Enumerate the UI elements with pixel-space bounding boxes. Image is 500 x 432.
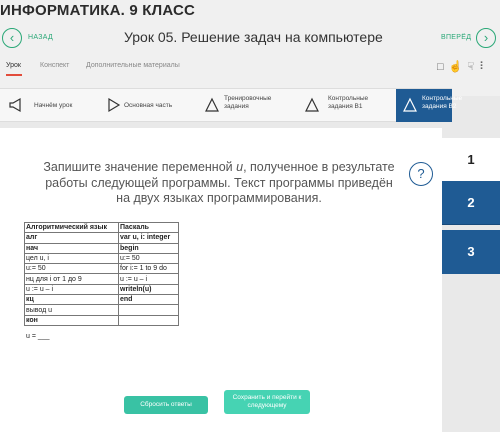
- save-and-next-button[interactable]: Сохранить и перейти к следующему: [224, 390, 310, 414]
- lesson-title: Урок 05. Решение задач на компьютере: [124, 29, 383, 45]
- table-row: u:= 50 for i:= 1 to 9 do: [24, 263, 179, 275]
- course-title: ИНФОРМАТИКА. 9 КЛАСС: [0, 2, 196, 19]
- table-row: вывод u: [24, 304, 179, 316]
- table-cell: u := u – i: [24, 283, 119, 296]
- table-cell: кон: [24, 314, 119, 326]
- table-cell: цел u, i: [24, 252, 119, 265]
- tab-lesson[interactable]: Урок: [6, 62, 21, 69]
- megaphone-icon: [9, 97, 21, 113]
- lesson-page: ИНФОРМАТИКА. 9 КЛАСС ‹ НАЗАД Урок 05. Ре…: [0, 0, 500, 432]
- like-icon[interactable]: ☝: [449, 61, 468, 73]
- help-icon[interactable]: ?: [409, 162, 433, 186]
- table-cell: нач: [24, 242, 119, 254]
- lesson-steps: Начнём урок Основная часть Тренировочные…: [0, 88, 462, 122]
- triangle-icon: [403, 97, 417, 112]
- play-icon: [108, 97, 121, 113]
- comment-icon[interactable]: □: [437, 61, 449, 73]
- step-label: Контрольные задания В1: [328, 95, 369, 110]
- table-cell: u:= 50: [24, 263, 119, 275]
- table-cell: u := u – i: [118, 273, 179, 285]
- back-arrow-icon[interactable]: ‹: [2, 28, 22, 48]
- column-header-algorithmic: Алгоритмический язык: [24, 221, 119, 234]
- answer-label: u = ___: [26, 333, 50, 340]
- step-start[interactable]: Начнём урок: [0, 89, 92, 122]
- column-header-pascal: Паскаль: [118, 221, 179, 234]
- question-tab-3[interactable]: 3: [442, 230, 500, 274]
- table-cell: вывод u: [24, 304, 119, 316]
- table-cell: writeln(u): [118, 283, 179, 296]
- active-tab-indicator: [6, 74, 22, 76]
- table-cell: u:= 50: [118, 252, 179, 265]
- table-row: кц end: [24, 294, 179, 306]
- table-row: алг var u, i: integer: [24, 232, 179, 244]
- program-table: Алгоритмический язык Паскаль алг var u, i…: [24, 221, 179, 326]
- triangle-icon: [205, 97, 219, 112]
- table-cell: [118, 304, 179, 316]
- share-icon[interactable]: ⠇: [479, 61, 492, 73]
- tab-summary[interactable]: Конспект: [40, 62, 69, 69]
- step-control-b1[interactable]: Контрольные задания В1: [296, 89, 392, 122]
- forward-link[interactable]: ВПЕРЁД: [441, 34, 471, 41]
- tab-extra-materials[interactable]: Дополнительные материалы: [86, 62, 180, 69]
- triangle-icon: [305, 97, 319, 112]
- step-label: Тренировочные задания: [224, 95, 272, 110]
- table-cell: var u, i: integer: [118, 232, 179, 244]
- header: ИНФОРМАТИКА. 9 КЛАСС ‹ НАЗАД Урок 05. Ре…: [0, 0, 500, 96]
- step-label: Начнём урок: [34, 102, 73, 109]
- table-row: u := u – i writeln(u): [24, 283, 179, 296]
- task-card: Запишите значение переменной u, полученн…: [0, 128, 442, 432]
- question-tab-2[interactable]: 2: [442, 181, 500, 225]
- step-training[interactable]: Тренировочные задания: [200, 89, 292, 122]
- dislike-icon[interactable]: ☟: [467, 61, 479, 73]
- step-label: Контрольные задания В2: [422, 95, 463, 110]
- table-cell: нц для i от 1 до 9: [24, 273, 119, 285]
- step-label: Основная часть: [124, 102, 173, 109]
- lesson-nav: ‹ НАЗАД Урок 05. Решение задач на компью…: [0, 26, 500, 52]
- lesson-tabs: Урок Конспект Дополнительные материалы: [0, 62, 500, 76]
- step-control-b2[interactable]: Контрольные задания В2: [396, 89, 462, 122]
- table-cell: алг: [24, 232, 119, 244]
- toolbar-icons: □☝☟⠇: [437, 60, 492, 73]
- table-header-row: Алгоритмический язык Паскаль: [24, 221, 179, 234]
- back-link[interactable]: НАЗАД: [28, 34, 53, 41]
- table-cell: begin: [118, 242, 179, 254]
- table-row: нач begin: [24, 242, 179, 254]
- table-row: кон: [24, 314, 179, 326]
- table-row: нц для i от 1 до 9u := u – i: [24, 273, 179, 285]
- forward-arrow-icon[interactable]: ›: [476, 28, 496, 48]
- question-text: Запишите значение переменной u, полученн…: [43, 160, 395, 205]
- step-main[interactable]: Основная часть: [100, 89, 192, 122]
- table-cell: [118, 314, 179, 326]
- table-cell: кц: [24, 294, 119, 306]
- table-cell: end: [118, 294, 179, 306]
- table-row: цел u, i u:= 50: [24, 252, 179, 265]
- reset-answers-button[interactable]: Сбросить ответы: [124, 396, 208, 414]
- question-tab-1[interactable]: 1: [442, 138, 500, 182]
- table-cell: for i:= 1 to 9 do: [118, 263, 179, 275]
